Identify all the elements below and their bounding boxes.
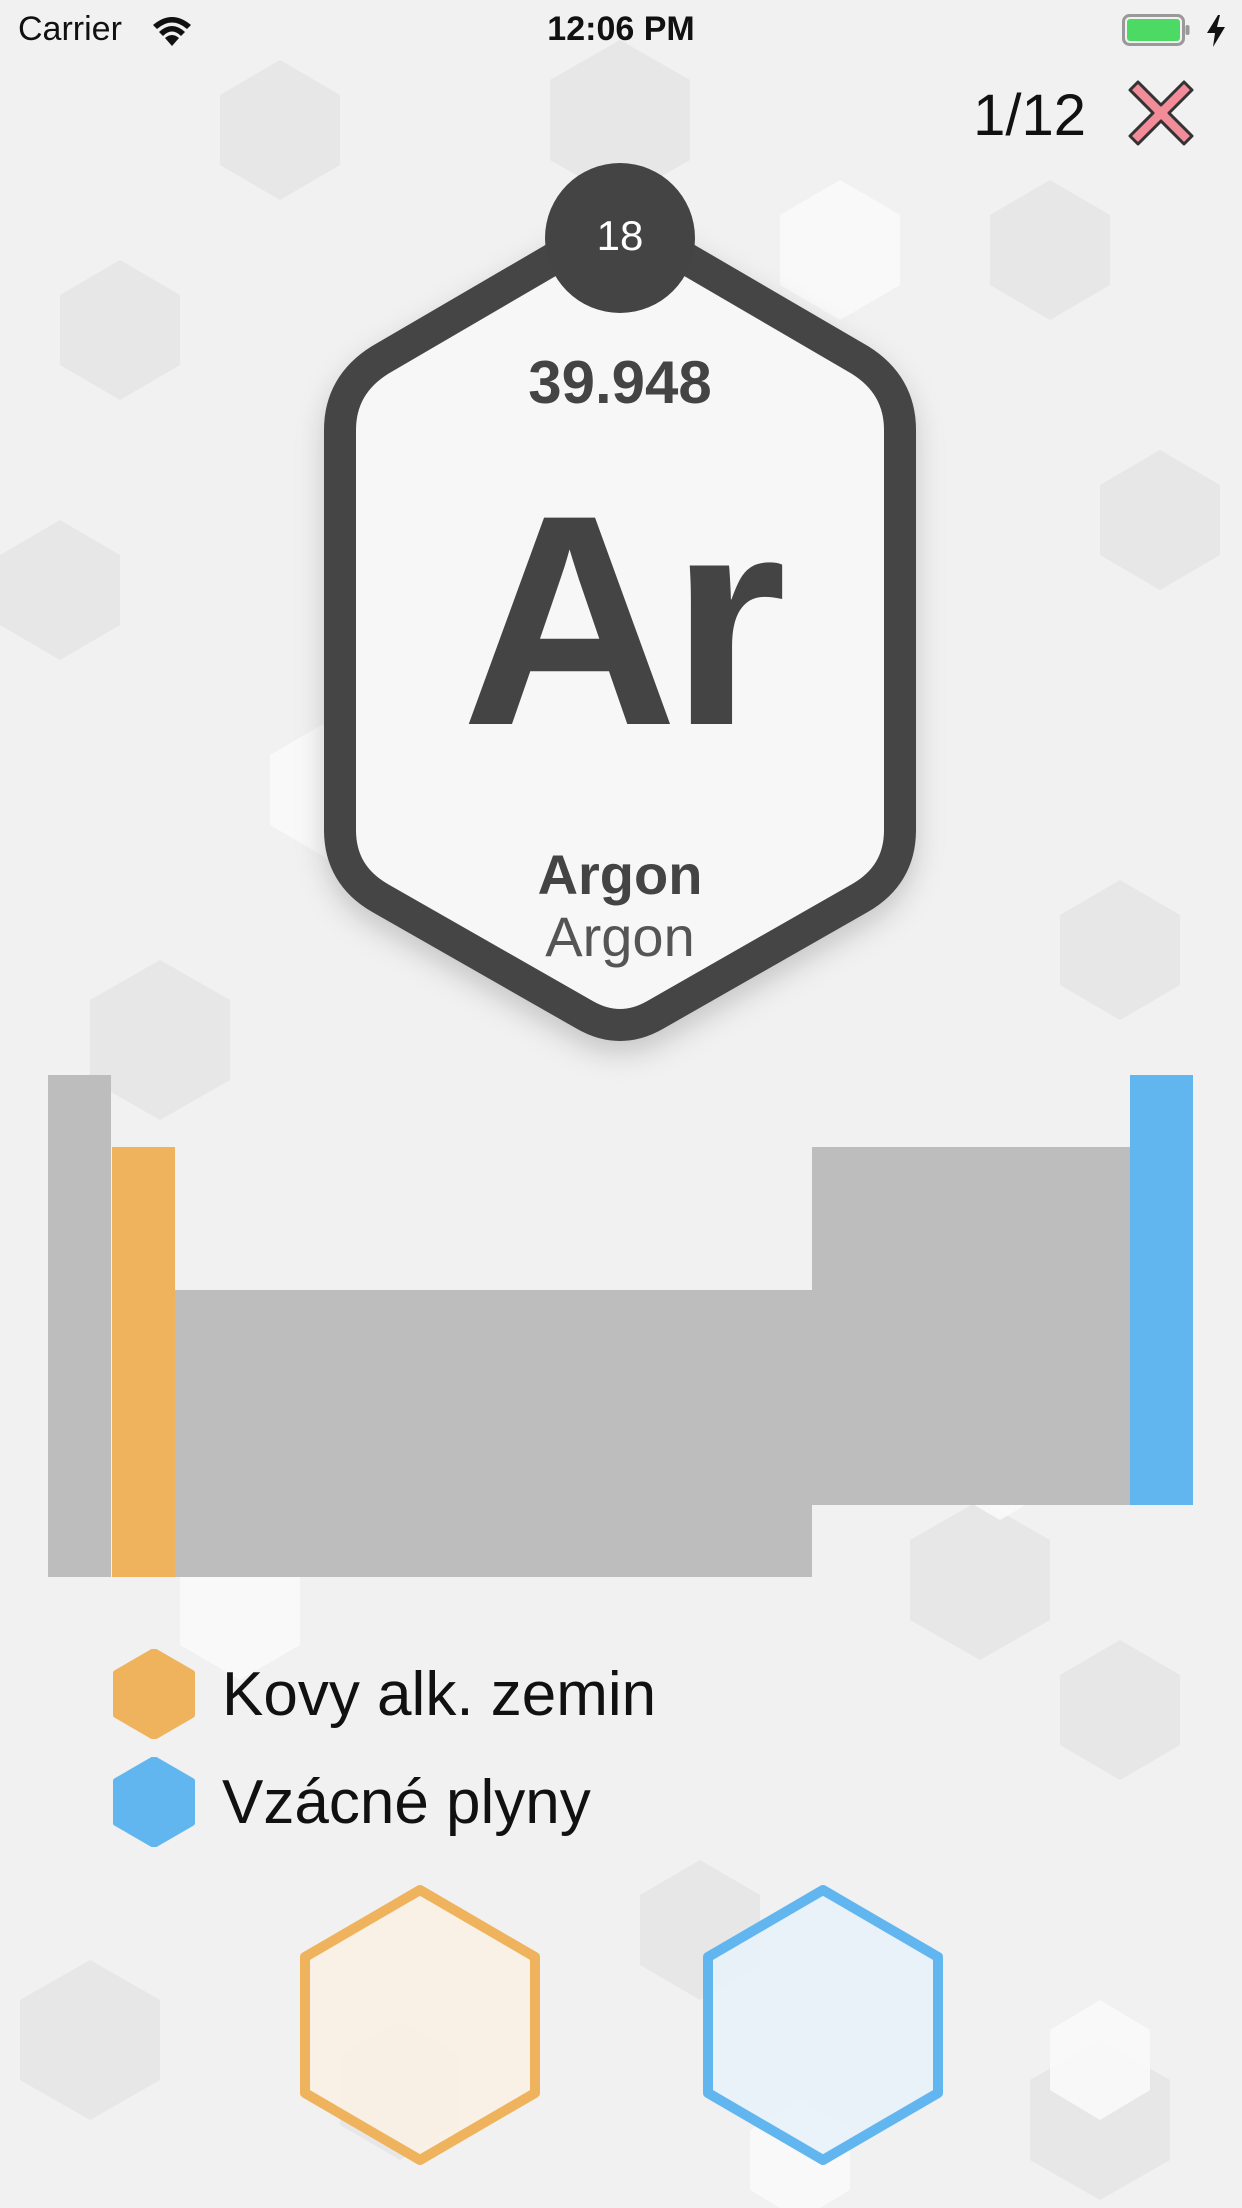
clock-time: 12:06 PM (547, 10, 695, 48)
status-bar: Carrier 12:06 PM (0, 0, 1242, 60)
alkaline-earth-answer-button[interactable] (290, 1880, 550, 2170)
legend-label: Vzácné plyny (222, 1767, 591, 1837)
atomic-number: 18 (596, 212, 644, 259)
element-symbol: Ar (461, 452, 786, 788)
legend-item-noble-gases: Vzácné plyny (112, 1748, 656, 1856)
charging-bolt-icon (1207, 15, 1225, 47)
element-name-secondary: Argon (545, 905, 695, 968)
hexagon-icon (113, 1649, 195, 1739)
battery-icon (1122, 14, 1190, 46)
legend-label: Kovy alk. zemin (222, 1659, 657, 1729)
hexagon-icon (113, 1757, 195, 1847)
atomic-mass: 39.948 (528, 349, 712, 416)
close-x-icon[interactable] (1126, 78, 1196, 148)
element-card: 18 39.948 Ar Argon Argon (210, 160, 1030, 1130)
noble-gas-answer-button[interactable] (693, 1880, 953, 2170)
category-legend: Kovy alk. zemin Vzácné plyny (112, 1640, 656, 1856)
question-counter: 1/12 (973, 83, 1086, 148)
legend-item-alkaline-earth: Kovy alk. zemin (112, 1640, 656, 1748)
element-name: Argon (537, 843, 703, 906)
